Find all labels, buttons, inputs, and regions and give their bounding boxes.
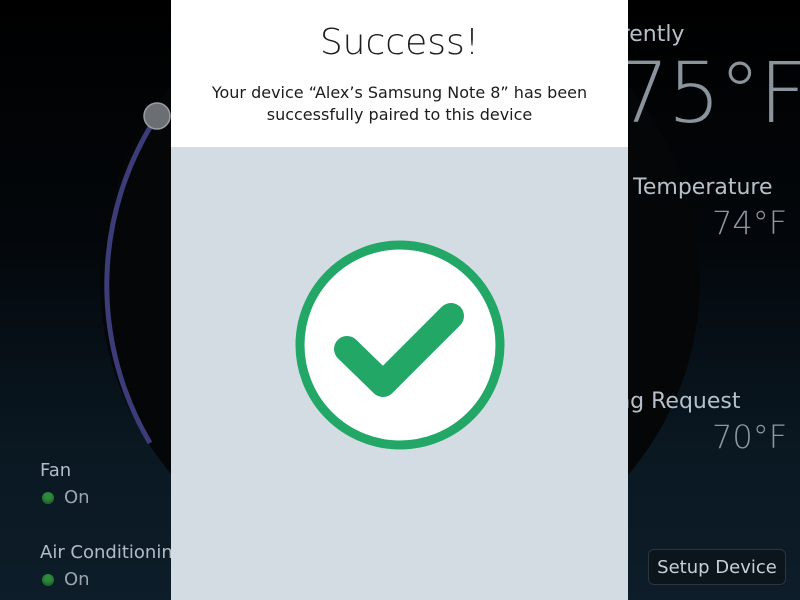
setup-device-button[interactable]: Setup Device	[648, 549, 786, 585]
target-temp-value: 74°F	[712, 204, 788, 242]
checkmark-circle-icon	[295, 240, 505, 450]
ac-label: Air Conditioning	[40, 542, 185, 563]
ac-status-row: On	[40, 569, 184, 590]
fan-on-indicator-icon	[42, 491, 54, 504]
current-temp-value: 75°F	[616, 44, 800, 142]
fan-status-value: On	[64, 487, 90, 508]
target-temp-label: et Temperature	[604, 175, 773, 200]
ac-status: Air Conditioning On	[40, 542, 184, 590]
modal-title: Success!	[319, 22, 480, 63]
fan-label: Fan	[40, 460, 72, 481]
check-circle	[295, 240, 505, 450]
dial-handle[interactable]	[143, 102, 171, 130]
cooling-request-value: 70°F	[712, 418, 788, 456]
fan-status: Fan On	[40, 460, 90, 508]
success-modal: Success! Your device “Alex’s Samsung Not…	[171, 0, 628, 600]
ac-status-value: On	[64, 569, 90, 590]
modal-header: Success! Your device “Alex’s Samsung Not…	[171, 0, 628, 147]
ac-on-indicator-icon	[42, 573, 54, 586]
modal-message: Your device “Alex’s Samsung Note 8” has …	[211, 83, 588, 124]
fan-status-row: On	[40, 487, 90, 508]
